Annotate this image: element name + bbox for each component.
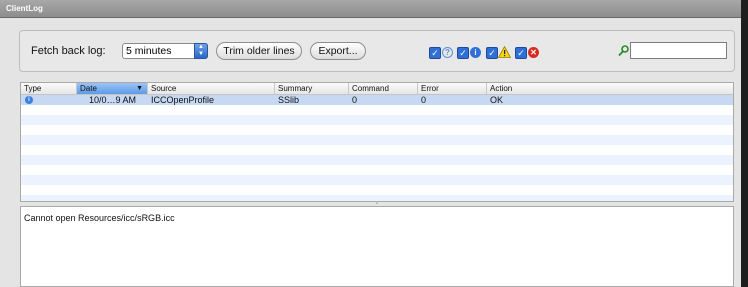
empty-row <box>21 125 733 135</box>
warning-icon <box>498 46 511 58</box>
empty-row <box>21 185 733 195</box>
row-source: ICCOpenProfile <box>151 95 215 105</box>
log-table[interactable]: Type Date ▼ Source Summary Command Error… <box>20 82 734 202</box>
row-action: OK <box>490 95 504 105</box>
column-date[interactable]: Date ▼ <box>77 83 148 94</box>
table-row[interactable]: i 10/0…9 AM ICCOpenProfile SSlib 0 0 OK <box>21 95 733 105</box>
fetch-back-log-value: 5 minutes <box>126 45 172 57</box>
error-checkbox[interactable]: ✓ <box>515 47 527 59</box>
search-input[interactable] <box>630 42 727 59</box>
column-summary[interactable]: Summary <box>275 83 349 94</box>
window-title: ClientLog <box>0 0 741 18</box>
info-icon: i <box>25 96 33 104</box>
message-detail-pane[interactable]: Cannot open Resources/icc/sRGB.icc <box>20 206 734 287</box>
column-action[interactable]: Action <box>487 83 733 94</box>
row-summary: SSlib <box>278 95 300 105</box>
fetch-back-log-label: Fetch back log: <box>31 45 106 57</box>
fetch-back-log-select[interactable]: 5 minutes ▲ ▼ <box>122 43 208 59</box>
empty-row <box>21 175 733 185</box>
empty-row <box>21 115 733 125</box>
error-icon: ✕ <box>528 47 539 58</box>
sort-descending-icon: ▼ <box>136 85 143 92</box>
info-checkbox[interactable]: ✓ <box>457 47 469 59</box>
info-icon: i <box>470 47 481 58</box>
row-date: 10/0…9 AM <box>89 95 137 105</box>
empty-row <box>21 105 733 115</box>
column-error[interactable]: Error <box>418 83 487 94</box>
empty-row <box>21 135 733 145</box>
warning-checkbox[interactable]: ✓ <box>486 47 498 59</box>
toolbar-panel: Fetch back log: 5 minutes ▲ ▼ Trim older … <box>19 30 735 72</box>
empty-row <box>21 145 733 155</box>
row-command: 0 <box>352 95 358 105</box>
question-icon: ? <box>442 47 453 58</box>
empty-row <box>21 155 733 165</box>
column-command[interactable]: Command <box>349 83 418 94</box>
select-stepper-icon[interactable]: ▲ ▼ <box>194 43 208 59</box>
trim-older-lines-button[interactable]: Trim older lines <box>216 42 302 60</box>
detail-message: Cannot open Resources/icc/sRGB.icc <box>24 213 175 223</box>
table-header: Type Date ▼ Source Summary Command Error… <box>21 83 733 95</box>
row-error: 0 <box>421 95 427 105</box>
column-date-label: Date <box>80 84 97 93</box>
column-source[interactable]: Source <box>148 83 275 94</box>
clientlog-window: ClientLog Fetch back log: 5 minutes ▲ ▼ T… <box>0 0 741 287</box>
search-icon <box>618 45 629 57</box>
export-button[interactable]: Export... <box>310 42 366 60</box>
empty-row <box>21 165 733 175</box>
debug-checkbox[interactable]: ✓ <box>429 47 441 59</box>
column-type[interactable]: Type <box>21 83 77 94</box>
